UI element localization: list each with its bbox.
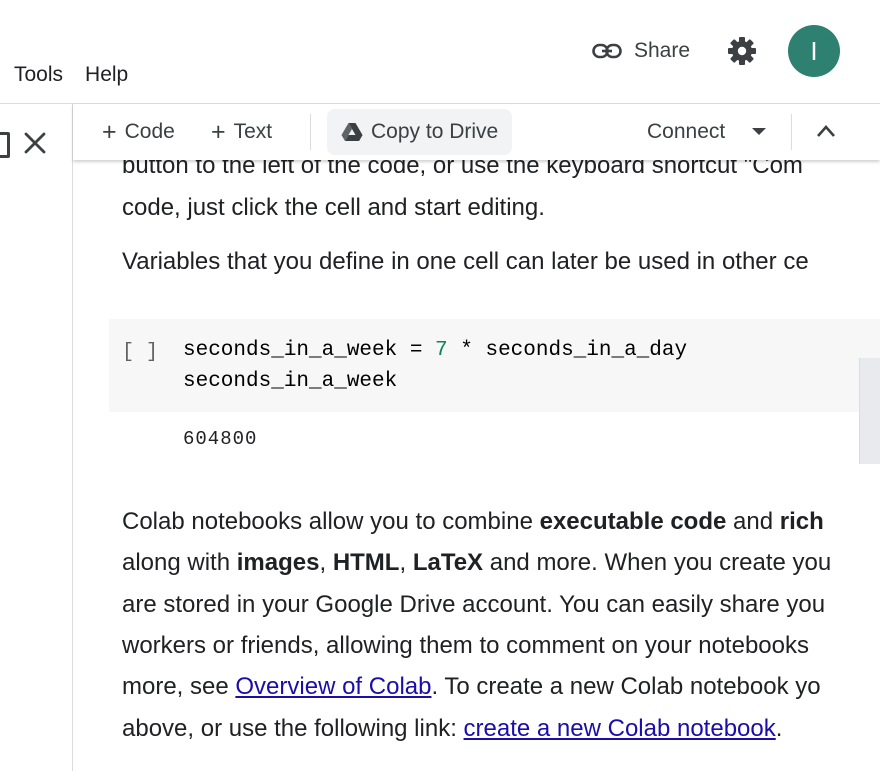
run-cell-button[interactable]: [ ] [122, 341, 158, 364]
panel-edge-icon[interactable] [0, 132, 10, 158]
link-icon [592, 43, 622, 59]
add-code-button[interactable]: + Code [102, 104, 175, 160]
bold-text: images [236, 549, 320, 576]
text-cell-line: above, or use the following link: create… [122, 715, 782, 743]
overview-of-colab-link[interactable]: Overview of Colab [235, 673, 431, 700]
add-text-button[interactable]: + Text [211, 104, 272, 160]
google-drive-icon [341, 123, 363, 141]
chevron-up-icon[interactable] [816, 124, 836, 138]
bold-text: HTML [332, 549, 400, 576]
new-colab-notebook-link[interactable]: create a new Colab notebook [464, 715, 776, 742]
text-cell-line: are stored in your Google Drive account.… [122, 591, 826, 618]
add-text-label: Text [233, 120, 273, 143]
scrollbar-thumb[interactable] [859, 358, 880, 464]
text-cell-line: along with images, HTML, LaTeX and more.… [122, 549, 831, 577]
text-segment: , [399, 549, 413, 576]
menu-help[interactable]: Help [85, 63, 128, 87]
code-number: 7 [435, 339, 448, 362]
avatar[interactable]: I [788, 25, 840, 77]
code-cell[interactable]: [ ] seconds_in_a_week = 7 * seconds_in_a… [109, 319, 880, 412]
bold-text: LaTeX [412, 549, 484, 576]
connect-button[interactable]: Connect [647, 104, 725, 160]
text-segment: Colab notebooks allow you to combine [122, 508, 540, 535]
text-segment: along with [122, 549, 237, 576]
text-cell-line: workers or friends, allowing them to com… [122, 632, 809, 659]
code-line: seconds_in_a_week [183, 370, 398, 393]
text-segment: . To create a new Colab notebook yo [431, 673, 821, 700]
plus-icon: + [102, 117, 117, 146]
add-code-label: Code [124, 120, 175, 143]
bold-text: executable code [539, 508, 727, 535]
text-segment: more, see [122, 673, 236, 700]
toolbar-divider [310, 114, 311, 150]
text-segment: and [726, 508, 780, 535]
avatar-initial: I [810, 35, 818, 66]
text-cell-line: Variables that you define in one cell ca… [122, 248, 809, 275]
caret-down-icon[interactable] [752, 128, 766, 136]
share-label: Share [634, 39, 691, 62]
text-cell-line: more, see Overview of Colab. To create a… [122, 673, 821, 701]
notebook-content: button to the left of the code, or use t… [73, 104, 880, 771]
top-bar: Tools Help Share I [0, 0, 880, 103]
code-line: seconds_in_a_week = 7 * seconds_in_a_day [183, 339, 687, 362]
menu-tools[interactable]: Tools [14, 63, 63, 87]
connect-label: Connect [647, 120, 726, 143]
plus-icon: + [211, 117, 226, 146]
copy-to-drive-button[interactable]: Copy to Drive [327, 109, 513, 155]
cell-output: 604800 [183, 428, 258, 450]
text-segment: above, or use the following link: [122, 715, 464, 742]
code-token: seconds_in_a_week = [183, 339, 436, 362]
text-cell-line: Colab notebooks allow you to combine exe… [122, 508, 824, 536]
gear-icon[interactable] [725, 34, 759, 68]
menu-bar: Tools Help [14, 63, 128, 87]
text-segment: , [319, 549, 333, 576]
bold-text: rich [779, 508, 824, 535]
text-segment: and more. When you create you [483, 549, 832, 576]
share-button[interactable]: Share [592, 34, 690, 68]
text-segment: . [775, 715, 783, 742]
left-side-panel [0, 104, 73, 771]
text-cell-line: code, just click the cell and start edit… [122, 194, 545, 221]
notebook-toolbar: + Code + Text Copy to Drive Connect [73, 104, 880, 160]
close-icon[interactable] [24, 132, 46, 154]
copy-to-drive-label: Copy to Drive [371, 120, 499, 143]
code-token: * seconds_in_a_day [447, 339, 688, 362]
toolbar-divider [791, 114, 792, 150]
